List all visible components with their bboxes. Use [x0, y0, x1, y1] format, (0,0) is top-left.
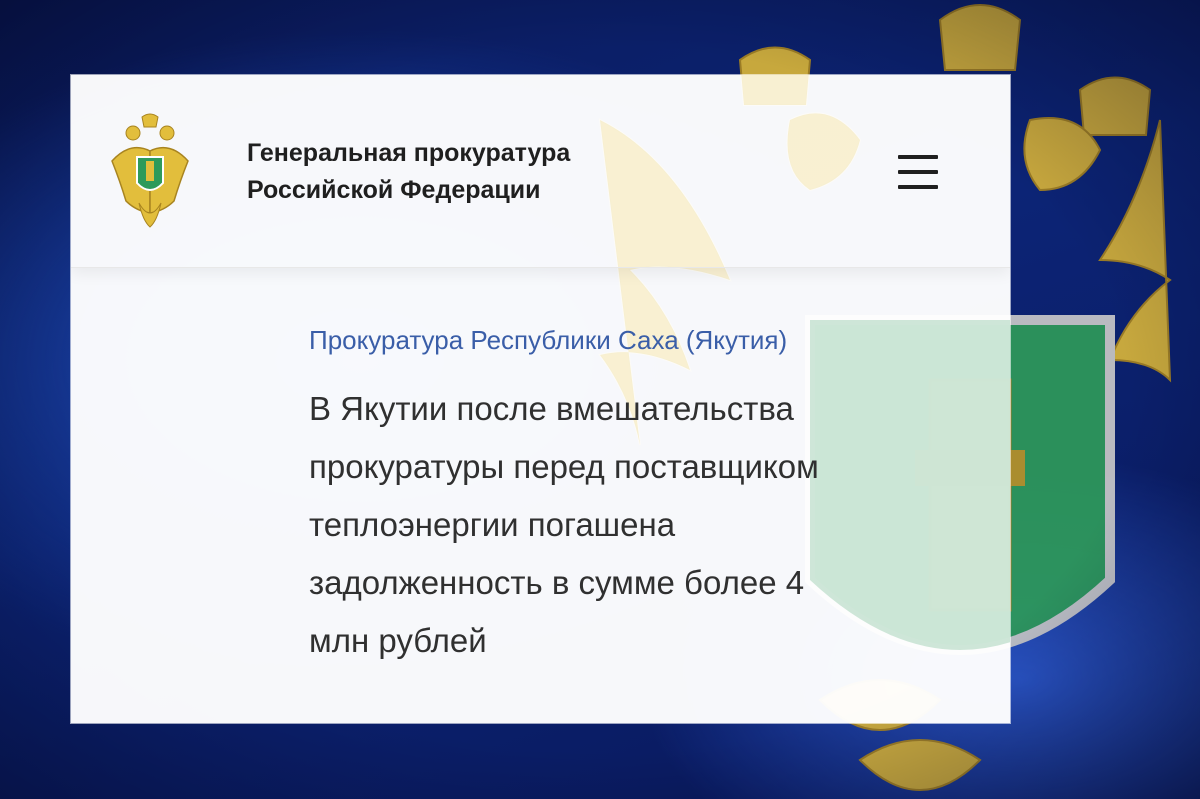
headline-line: теплоэнергии погашена	[309, 506, 676, 543]
headline-line: В Якутии после вмешательства	[309, 390, 794, 427]
organization-title[interactable]: Генеральная прокуратура Российской Федер…	[247, 135, 627, 209]
headline-line: прокуратуры перед поставщиком	[309, 448, 819, 485]
hamburger-menu-icon[interactable]	[898, 155, 938, 189]
headline-line: задолженность в сумме более 4	[309, 564, 805, 601]
news-card: Генеральная прокуратура Российской Федер…	[71, 75, 1010, 723]
org-title-line2: Российской Федерации	[247, 176, 541, 204]
prosecutor-emblem-icon[interactable]	[109, 111, 191, 231]
article-headline[interactable]: В Якутии после вмешательства прокуратуры…	[309, 380, 959, 670]
source-link[interactable]: Прокуратура Республики Саха (Якутия)	[309, 325, 787, 356]
site-header: Генеральная прокуратура Российской Федер…	[71, 75, 1010, 268]
headline-line: млн рублей	[309, 622, 487, 659]
org-title-line1: Генеральная прокуратура	[247, 139, 571, 167]
